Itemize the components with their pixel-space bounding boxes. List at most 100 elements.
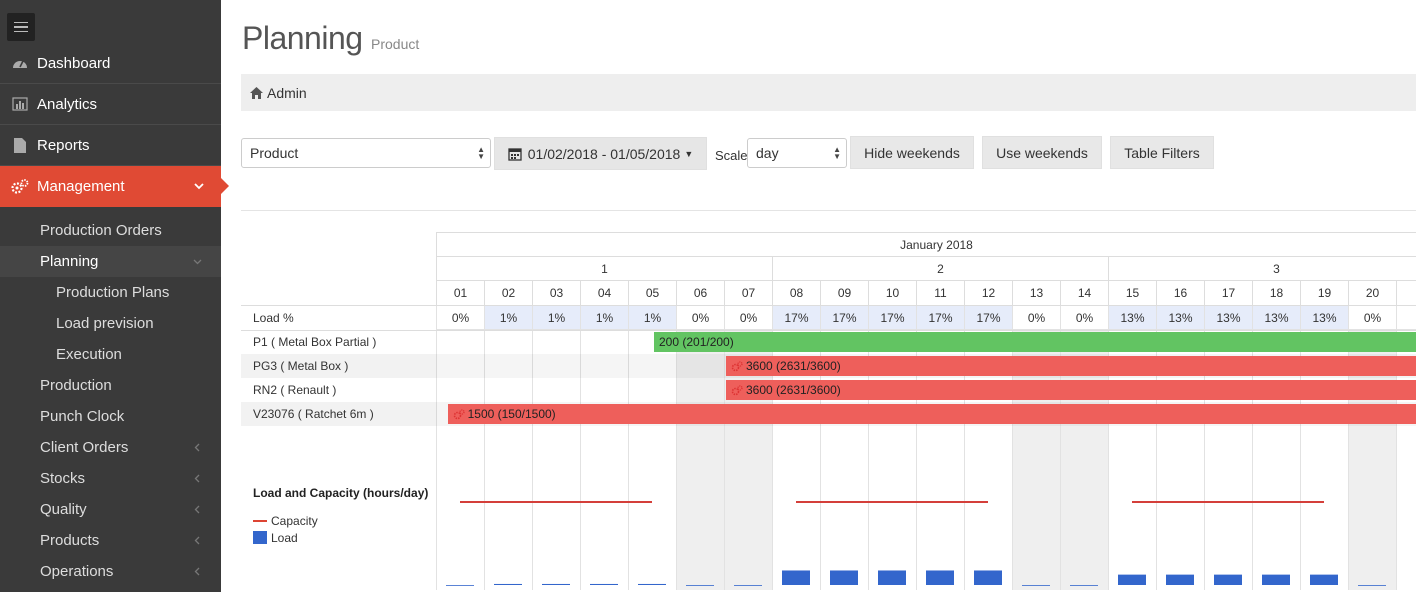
sidebar-item-reports[interactable]: Reports [0, 125, 221, 166]
load-row-label: Load % [253, 311, 294, 325]
legend-capacity: Capacity [253, 512, 318, 529]
sidebar-item-stocks[interactable]: Stocks [0, 463, 221, 494]
scale-select[interactable]: day ▲ ▼ [747, 138, 847, 168]
load-bar [830, 570, 858, 585]
sidebar-item-analytics[interactable]: Analytics [0, 84, 221, 125]
load-bar [1214, 574, 1242, 585]
legend-load-swatch [253, 531, 267, 544]
load-bar [1070, 585, 1098, 586]
page-title: Planning [242, 20, 363, 56]
sidebar-item-label: Load prevision [56, 315, 154, 332]
load-bar [926, 570, 954, 585]
select-arrows-icon: ▲ ▼ [833, 145, 841, 161]
load-bar [974, 570, 1002, 585]
load-bar [878, 570, 906, 585]
load-bar [686, 585, 714, 586]
sidebar-item-operations[interactable]: Operations [0, 556, 221, 587]
sidebar-item-label: Quality [40, 501, 87, 518]
load-bar [1262, 574, 1290, 585]
legend-load: Load [253, 529, 318, 546]
sidebar: Dashboard Analytics Reports Management P… [0, 0, 229, 592]
load-bar [1166, 574, 1194, 585]
legend-load-label: Load [271, 530, 298, 545]
load-bar [1118, 574, 1146, 585]
load-bar [542, 583, 570, 585]
load-bar [782, 570, 810, 585]
bar-chart-icon [11, 96, 29, 112]
scale-label: Scale [715, 148, 748, 163]
date-range-button[interactable]: 01/02/2018 - 01/05/2018 ▼ [494, 137, 707, 170]
sidebar-item-management[interactable]: Management [0, 166, 229, 207]
sidebar-item-dashboard[interactable]: Dashboard [0, 43, 221, 84]
sidebar-item-punch-clock[interactable]: Punch Clock [0, 401, 221, 432]
load-bar [446, 585, 474, 586]
table-filters-button[interactable]: Table Filters [1110, 136, 1214, 169]
sidebar-item-label: Stocks [40, 470, 86, 487]
load-bar [1310, 574, 1338, 585]
sidebar-item-client-orders[interactable]: Client Orders [0, 432, 221, 463]
file-icon [11, 137, 29, 153]
use-weekends-button[interactable]: Use weekends [982, 136, 1102, 169]
legend-capacity-swatch [253, 519, 267, 522]
date-range-value: 01/02/2018 - 01/05/2018 [527, 145, 681, 162]
sidebar-item-label: Production [40, 377, 112, 394]
menu-toggle-icon[interactable] [7, 13, 35, 41]
home-icon [250, 86, 263, 99]
legend-capacity-label: Capacity [271, 513, 318, 528]
hide-weekends-button[interactable]: Hide weekends [850, 136, 974, 169]
sidebar-item-products[interactable]: Products [0, 525, 221, 556]
chevron-left-icon [192, 441, 203, 456]
dashboard-icon [11, 55, 29, 71]
task-row-label[interactable]: RN2 ( Renault ) [241, 378, 436, 402]
load-bar [590, 583, 618, 585]
scale-select-value: day [756, 145, 779, 161]
load-capacity-chart [446, 501, 1386, 586]
chart-legend: Capacity Load [253, 512, 318, 546]
sidebar-item-label: Dashboard [37, 54, 111, 72]
sidebar-item-label: Production Plans [56, 284, 170, 301]
chart-title: Load and Capacity (hours/day) [253, 486, 429, 500]
product-select-value: Product [250, 145, 299, 161]
task-row-label[interactable]: P1 ( Metal Box Partial ) [241, 330, 436, 354]
chevron-down-icon [193, 179, 205, 196]
page-header: Planning Product [242, 20, 419, 57]
sidebar-item-label: Operations [40, 563, 114, 580]
select-arrows-icon: ▲ ▼ [477, 145, 485, 161]
sidebar-item-production[interactable]: Production [0, 370, 221, 401]
sidebar-item-load-prevision[interactable]: Load prevision [0, 308, 221, 339]
breadcrumb: Admin [241, 74, 1416, 111]
sidebar-item-execution[interactable]: Execution [0, 339, 221, 370]
divider [241, 210, 1416, 211]
chevron-left-icon [192, 534, 203, 549]
load-bar [734, 585, 762, 586]
sidebar-item-quality[interactable]: Quality [0, 494, 221, 525]
sidebar-item-label: Management [37, 178, 125, 195]
sidebar-item-production-orders[interactable]: Production Orders [0, 215, 221, 246]
task-row-label[interactable]: PG3 ( Metal Box ) [241, 354, 436, 378]
sidebar-item-label: Client Orders [40, 439, 129, 456]
load-bar [1358, 585, 1386, 586]
gantt-chart: January 2018 1 2 3 01 02 03 04 05 06 07 08 09 10 11 12… [241, 232, 1416, 592]
load-bar [638, 583, 666, 585]
product-select[interactable]: Product ▲ ▼ [241, 138, 491, 168]
page-subtitle: Product [371, 36, 420, 52]
calendar-icon [508, 147, 522, 161]
sidebar-item-label: Punch Clock [40, 408, 125, 425]
chevron-left-icon [192, 472, 203, 487]
chevron-left-icon [192, 565, 203, 580]
sidebar-item-label: Execution [56, 346, 122, 363]
breadcrumb-admin-link[interactable]: Admin [267, 85, 307, 101]
caret-down-icon: ▼ [684, 148, 694, 159]
task-row-label[interactable]: V23076 ( Ratchet 6m ) [241, 402, 436, 426]
sidebar-item-label: Production Orders [40, 222, 162, 239]
load-bar [1022, 585, 1050, 586]
gears-icon [11, 179, 29, 195]
sidebar-item-planning[interactable]: Planning [0, 246, 221, 277]
sidebar-item-label: Analytics [37, 95, 98, 113]
chevron-down-icon [192, 255, 203, 270]
load-bar [494, 583, 522, 585]
sidebar-item-label: Reports [37, 136, 90, 154]
chart-legend-background [241, 548, 436, 592]
chevron-left-icon [192, 503, 203, 518]
sidebar-item-production-plans[interactable]: Production Plans [0, 277, 221, 308]
